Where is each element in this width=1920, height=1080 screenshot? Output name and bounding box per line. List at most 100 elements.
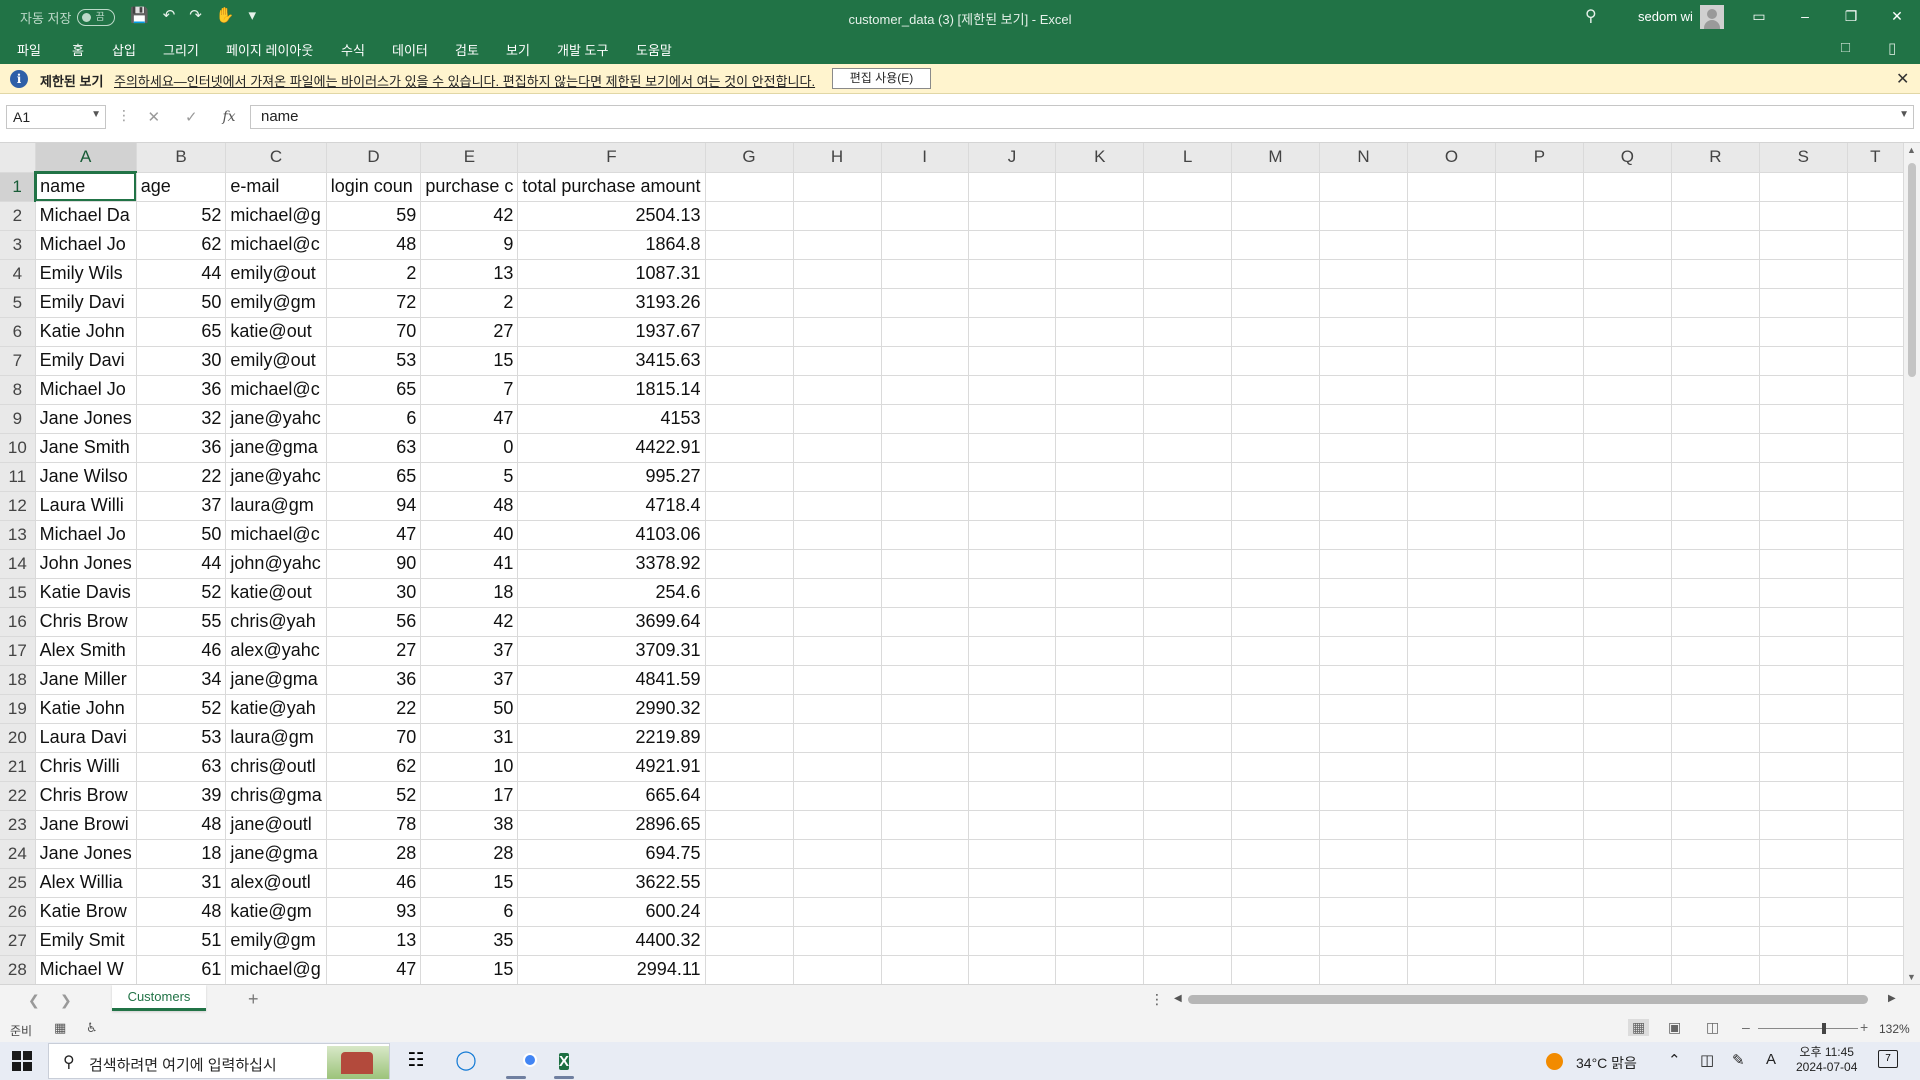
table-cell[interactable]: jane@gma [225,839,327,869]
table-cell[interactable] [1407,230,1497,260]
table-cell[interactable] [1055,549,1145,579]
table-cell[interactable] [1583,491,1672,521]
table-cell[interactable]: Jane Smith [35,433,137,463]
table-cell[interactable]: 48 [326,230,422,260]
table-cell[interactable] [1319,781,1408,811]
table-cell[interactable] [793,375,882,405]
table-cell[interactable]: michael@g [225,955,327,984]
table-cell[interactable] [1759,926,1848,956]
table-cell[interactable] [881,201,969,231]
table-cell[interactable] [705,375,794,405]
horizontal-scrollbar[interactable] [1186,995,1886,1005]
row-header[interactable]: 8 [0,375,36,405]
table-cell[interactable] [1231,462,1321,492]
row-header[interactable]: 27 [0,926,36,956]
table-cell[interactable] [1319,288,1408,318]
table-cell[interactable] [1759,636,1848,666]
table-cell[interactable] [705,346,794,376]
table-cell[interactable] [705,404,794,434]
table-cell[interactable]: 37 [136,491,227,521]
table-cell[interactable] [1407,636,1497,666]
table-cell[interactable] [1583,317,1672,347]
table-cell[interactable] [1759,897,1848,927]
row-header[interactable]: 10 [0,433,36,463]
header-cell[interactable] [1583,172,1672,202]
table-cell[interactable] [1407,549,1497,579]
table-cell[interactable] [1847,897,1904,927]
table-cell[interactable] [1847,723,1904,753]
table-cell[interactable]: 3709.31 [517,636,706,666]
table-cell[interactable] [968,346,1057,376]
table-cell[interactable] [1495,955,1584,984]
table-cell[interactable] [1671,317,1760,347]
table-cell[interactable] [1847,317,1904,347]
table-cell[interactable] [1319,839,1408,869]
table-cell[interactable] [1319,897,1408,927]
table-cell[interactable] [1143,462,1232,492]
scroll-left-icon[interactable]: ◀ [1174,993,1182,1004]
table-cell[interactable]: 35 [420,926,519,956]
table-cell[interactable]: katie@out [225,578,327,608]
column-header-g[interactable]: G [705,143,794,173]
table-cell[interactable] [1231,578,1321,608]
enable-editing-button[interactable]: 편집 사용(E) [832,68,931,89]
table-cell[interactable] [1143,346,1232,376]
column-header-n[interactable]: N [1319,143,1408,173]
table-cell[interactable] [1847,288,1904,318]
table-cell[interactable]: Katie John [35,317,137,347]
table-cell[interactable]: 48 [136,897,227,927]
table-cell[interactable] [1583,433,1672,463]
table-cell[interactable] [1231,723,1321,753]
table-cell[interactable]: emily@out [225,259,327,289]
table-cell[interactable]: 93 [326,897,422,927]
table-cell[interactable] [1055,201,1145,231]
table-cell[interactable]: 50 [136,520,227,550]
table-cell[interactable] [793,404,882,434]
table-cell[interactable] [1407,520,1497,550]
table-cell[interactable]: 995.27 [517,462,706,492]
table-cell[interactable]: Jane Miller [35,665,137,695]
table-cell[interactable]: 15 [420,346,519,376]
table-cell[interactable] [1319,665,1408,695]
table-cell[interactable] [1759,230,1848,260]
table-cell[interactable] [1055,723,1145,753]
table-cell[interactable] [1583,810,1672,840]
zoom-level[interactable]: 132% [1879,1022,1910,1036]
row-header[interactable]: 11 [0,462,36,492]
select-all-corner[interactable] [0,143,36,173]
table-cell[interactable] [1231,897,1321,927]
table-cell[interactable] [1231,781,1321,811]
table-cell[interactable]: 65 [136,317,227,347]
table-cell[interactable]: 62 [326,752,422,782]
table-cell[interactable] [881,288,969,318]
table-cell[interactable] [1847,375,1904,405]
table-cell[interactable]: 1815.14 [517,375,706,405]
tab-developer[interactable]: 개발 도구 [557,40,608,59]
table-cell[interactable] [1319,578,1408,608]
table-cell[interactable]: jane@gma [225,665,327,695]
table-cell[interactable] [1583,288,1672,318]
table-cell[interactable] [1143,404,1232,434]
cell-mode-icon[interactable]: ▦ [54,1020,66,1036]
table-cell[interactable] [1759,462,1848,492]
table-cell[interactable] [1583,926,1672,956]
table-cell[interactable] [1407,752,1497,782]
table-cell[interactable] [1671,868,1760,898]
table-cell[interactable] [1847,346,1904,376]
table-cell[interactable]: Jane Jones [35,839,137,869]
pen-icon[interactable]: ✎ [1732,1051,1745,1069]
table-cell[interactable] [1055,259,1145,289]
tab-help[interactable]: 도움말 [636,40,672,59]
table-cell[interactable] [1495,317,1584,347]
header-cell[interactable] [1143,172,1232,202]
table-cell[interactable] [793,839,882,869]
table-cell[interactable] [881,230,969,260]
table-cell[interactable]: 39 [136,781,227,811]
table-cell[interactable] [881,549,969,579]
table-cell[interactable] [1319,607,1408,637]
row-header[interactable]: 12 [0,491,36,521]
table-cell[interactable] [1143,752,1232,782]
table-cell[interactable] [793,346,882,376]
table-cell[interactable] [968,259,1057,289]
close-button[interactable]: ✕ [1874,0,1920,34]
